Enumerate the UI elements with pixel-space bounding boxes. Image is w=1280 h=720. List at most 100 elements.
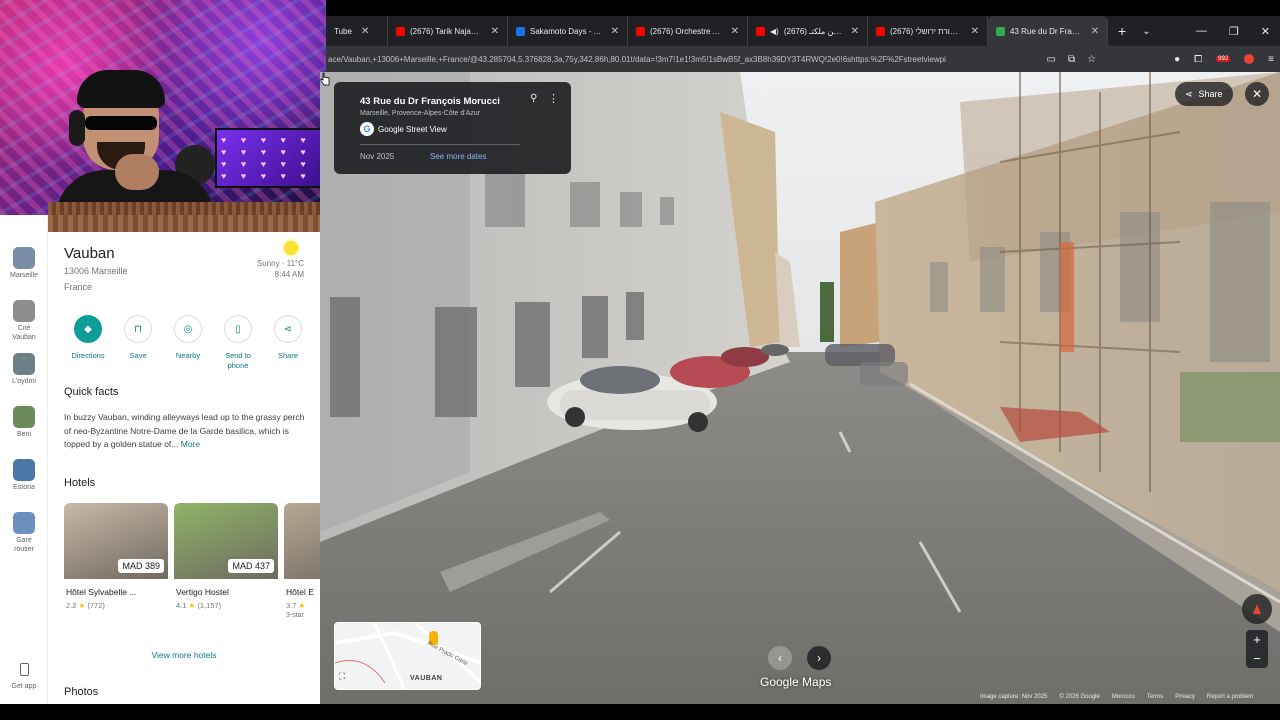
share-button[interactable]: ⋖ Share [1175,82,1233,106]
hotel-rating: 3.7 ★ [286,601,306,610]
tab-close-icon[interactable]: ✕ [971,26,979,37]
nearby-icon: ◎ [174,315,202,343]
recent-place-thumbnail [13,406,35,428]
more-options-icon[interactable]: ⋮ [548,92,559,105]
browser-address-bar[interactable]: ace/Vauban,+13006+Marseille,+France/@43.… [326,46,1280,72]
recent-place-item[interactable]: Marseille [0,247,48,280]
browser-tab[interactable]: (2676) Orchestre Asri - ✕ [628,16,748,46]
tab-favicon-icon [516,26,525,36]
tab-close-icon[interactable]: ✕ [491,26,499,37]
screen-bottom-bar [0,704,1280,720]
hotel-name: Hôtel E [286,587,314,597]
browser-tab[interactable]: (2676) Tarik Najah Caru ✕ [388,16,508,46]
hotel-price: MAD 389 [118,559,164,573]
hotel-name: Hôtel Sylvabelle ... [66,587,137,597]
privacy-link[interactable]: Privacy [1175,694,1195,700]
recent-place-item[interactable]: Estoria [0,459,48,492]
hotel-name: Vertigo Hostel [176,587,229,597]
url-text[interactable]: ace/Vauban,+13006+Marseille,+France/@43.… [326,55,1039,64]
tab-close-icon[interactable]: ✕ [1091,26,1099,37]
terms-link[interactable]: Terms [1147,694,1163,700]
close-window-icon[interactable]: ✕ [1261,25,1270,38]
youtube-extension-icon[interactable] [1244,54,1255,64]
weather-text: Sunny · 11°C [256,259,304,268]
browser-tab[interactable]: 43 Rue du Dr François ✕ [988,16,1108,46]
tab-close-icon[interactable]: ✕ [611,26,619,37]
zoom-in-button[interactable]: + [1246,630,1268,649]
extensions-puzzle-icon[interactable]: ⧠ [1194,54,1202,65]
browser-menu-icon[interactable]: ≡ [1268,54,1274,65]
recent-place-label: Gare routier [14,537,34,553]
nearby-button[interactable]: ◎ Nearby [164,315,212,371]
tab-favicon-icon [396,26,405,36]
hotel-card[interactable]: Hôtel E 3.7 ★ 3-star [284,503,320,619]
bookmark-star-icon[interactable]: ☆ [1087,54,1096,65]
tab-close-icon[interactable]: ✕ [361,26,369,37]
extension-circle-icon[interactable]: ● [1174,54,1180,65]
previous-image-button[interactable]: ‹ [768,646,792,670]
street-view-info-card: 43 Rue du Dr François Morucci ⚲ ⋮ Marsei… [334,82,571,174]
local-time: 8:44 AM [274,270,304,279]
hotels-title: Hotels [64,477,96,489]
browser-tab[interactable]: ◀) (2676) يا من ملكتـ ✕ [748,16,868,46]
chevron-left-icon: ‹ [778,651,782,665]
browser-tab-bar: Tube✕(2676) Tarik Najah Caru✕Sakamoto Da… [326,16,1280,46]
save-button[interactable]: ⊓ Save [114,315,162,371]
install-app-icon[interactable]: ▭ [1047,54,1056,65]
street-view[interactable]: 43 Rue du Dr François Morucci ⚲ ⋮ Marsei… [320,72,1280,704]
browser-tab[interactable]: Sakamoto Days - Anim ✕ [508,16,628,46]
action-label: Directions [71,351,105,360]
recent-place-item[interactable]: Cité Vauban [0,300,48,342]
next-image-button[interactable]: › [807,646,831,670]
region-label: Morocco [1111,694,1135,700]
new-tab-button[interactable]: + [1108,23,1136,39]
share-button[interactable]: ⋖ Share [264,315,312,371]
recent-place-item[interactable]: Beni [0,406,48,439]
recent-place-item[interactable]: L'oydmi [0,353,48,386]
location-pin-icon[interactable]: ⚲ [530,93,537,104]
hotel-photo: MAD 389 [64,503,168,579]
expand-map-icon[interactable]: ⛶ [339,671,345,682]
get-app-button[interactable]: Get app [0,663,48,691]
capture-date: Nov 2025 [360,152,395,161]
see-more-dates-link[interactable]: See more dates [430,152,486,161]
more-link[interactable]: More [181,439,200,449]
window-controls: — ❐ ✕ [1196,25,1280,38]
tab-title: Tube [334,26,352,36]
report-problem-link[interactable]: Report a problem [1207,694,1253,700]
hotel-class: 3-star [286,612,304,619]
close-icon: ✕ [1251,87,1263,101]
send-to-phone-button[interactable]: ▯ Send to phone [214,315,262,371]
translate-icon[interactable]: ⧉ [1068,54,1075,65]
compass-icon[interactable] [1242,594,1272,624]
recent-place-label: Estoria [13,484,35,491]
tab-close-icon[interactable]: ✕ [851,26,859,37]
hotel-rating: 4.1 ★ (1,157) [176,601,222,610]
photos-title: Photos [64,686,99,698]
view-more-hotels-link[interactable]: View more hotels [48,650,320,660]
browser-tab[interactable]: Tube ✕ [326,16,388,46]
address-region: Marseille, Provence-Alpes-Côte d'Azur [360,110,480,117]
close-street-view-button[interactable]: ✕ [1245,82,1269,106]
recent-place-item[interactable]: Gare routier [0,512,48,554]
maximize-icon[interactable]: ❐ [1229,25,1239,38]
tab-title: (2676) Orchestre Asri - [650,26,722,36]
hotel-card[interactable]: MAD 389 Hôtel Sylvabelle ... 2.2 ★ (772) [64,503,168,610]
speaker-icon[interactable]: ◀) [770,27,779,36]
directions-icon: ◆ [74,315,102,343]
minimap[interactable]: Rue Prado Carie VAUBAN ⛶ [334,622,481,690]
browser-tab[interactable]: (2676) תזמורת ירושלי ✕ [868,16,988,46]
directions-button[interactable]: ◆ Directions [64,315,112,371]
recent-place-thumbnail [13,247,35,269]
minimize-icon[interactable]: — [1196,25,1207,38]
copyright: © 2026 Google [1059,694,1100,700]
extension-badge[interactable]: 992 [1216,56,1231,62]
hotel-photo: MAD 437 [174,503,278,579]
place-actions: ◆ Directions ⊓ Save ◎ Nearby ▯ Send to phone ⋖ Sh… [64,315,312,371]
recent-place-label: Marseille [9,272,38,279]
hotel-card[interactable]: MAD 437 Vertigo Hostel 4.1 ★ (1,157) [174,503,278,610]
tab-search-icon[interactable]: ⌄ [1136,26,1156,37]
tab-close-icon[interactable]: ✕ [731,26,739,37]
monitor-screen: ♥ ♥ ♥ ♥ ♥ ♥ ♥ ♥ ♥ ♥ ♥ ♥ ♥ ♥ ♥ ♥ ♥ ♥ ♥ ♥ … [215,128,326,188]
zoom-out-button[interactable]: − [1246,649,1268,668]
